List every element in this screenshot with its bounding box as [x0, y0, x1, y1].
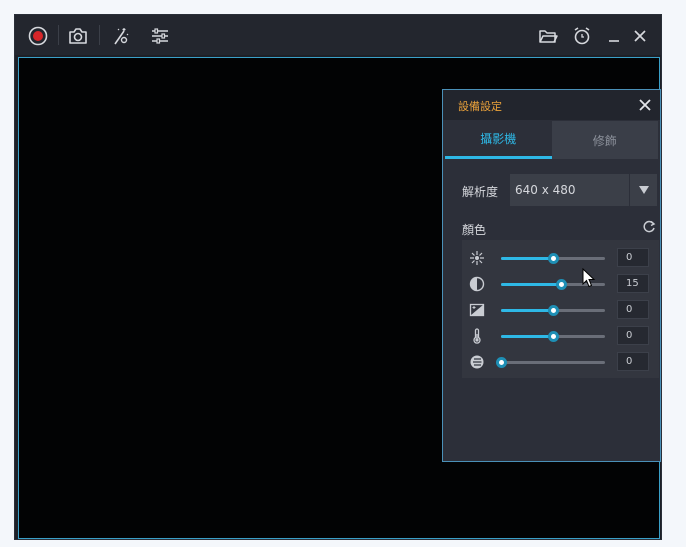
- adjust-row-exposure: 0: [462, 297, 659, 323]
- refresh-icon: [643, 220, 656, 233]
- close-icon: [639, 99, 651, 111]
- mouse-cursor-icon: [582, 268, 596, 288]
- device-settings-button[interactable]: [149, 25, 171, 47]
- adjust-row-saturation: 0: [462, 349, 659, 375]
- contrast-icon: [469, 276, 485, 292]
- effects-button[interactable]: [110, 25, 132, 47]
- toolbar-separator: [58, 25, 59, 45]
- folder-icon: [539, 30, 558, 43]
- saturation-icon: [470, 355, 484, 369]
- reset-color-button[interactable]: [642, 219, 658, 235]
- resolution-label: 解析度: [462, 185, 499, 199]
- minimize-button[interactable]: [603, 25, 625, 47]
- device-settings-panel: 設備設定 攝影機 修飾 解析度 640 x 480 顏色 0 15 0 0 0: [442, 89, 661, 462]
- dropdown-arrow[interactable]: [629, 174, 657, 206]
- tab-retouch[interactable]: 修飾: [551, 121, 658, 159]
- brightness-icon: [470, 251, 484, 265]
- temperature-value[interactable]: 0: [617, 326, 649, 345]
- toolbar: [15, 15, 661, 55]
- panel-tabs: 攝影機 修飾: [445, 121, 658, 159]
- timer-button[interactable]: [571, 25, 593, 47]
- slider-fill: [501, 335, 553, 338]
- effects-icon: [114, 28, 129, 45]
- contrast-value[interactable]: 15: [617, 274, 649, 293]
- alarm-icon: [574, 27, 590, 45]
- minimize-icon: [609, 40, 619, 42]
- exposure-icon: [469, 303, 485, 317]
- panel-title: 設備設定: [458, 100, 502, 113]
- slider-fill: [501, 309, 553, 312]
- thermometer-icon: [473, 328, 481, 344]
- close-window-button[interactable]: [629, 25, 651, 47]
- adjust-row-contrast: 15: [462, 271, 659, 297]
- close-icon: [634, 30, 646, 42]
- color-label: 顏色: [462, 223, 487, 237]
- slider-fill: [501, 283, 561, 286]
- triangle-down-icon: [638, 186, 649, 194]
- tab-camera[interactable]: 攝影機: [445, 121, 552, 159]
- record-icon: [28, 26, 48, 46]
- camera-icon: [69, 28, 87, 44]
- slider-fill: [501, 257, 553, 260]
- panel-close-button[interactable]: [636, 96, 654, 114]
- saturation-value[interactable]: 0: [617, 352, 649, 371]
- slider-thumb[interactable]: [548, 305, 559, 316]
- exposure-slider[interactable]: [501, 305, 605, 316]
- slider-thumb[interactable]: [555, 279, 567, 290]
- record-button[interactable]: [27, 25, 49, 47]
- adjust-row-temperature: 0: [462, 323, 659, 349]
- snapshot-button[interactable]: [67, 25, 89, 47]
- slider-thumb[interactable]: [548, 331, 559, 342]
- brightness-slider[interactable]: [501, 253, 605, 264]
- temperature-slider[interactable]: [501, 331, 605, 342]
- resolution-value: 640 x 480: [515, 183, 576, 197]
- toolbar-separator: [99, 25, 100, 45]
- panel-header: 設備設定: [443, 90, 660, 120]
- resolution-dropdown[interactable]: 640 x 480: [510, 174, 657, 206]
- open-folder-button[interactable]: [537, 25, 559, 47]
- brightness-value[interactable]: 0: [617, 248, 649, 267]
- color-adjustments: 0 15 0 0 0: [462, 240, 659, 378]
- adjust-row-brightness: 0: [462, 245, 659, 271]
- slider-thumb[interactable]: [496, 357, 507, 368]
- exposure-value[interactable]: 0: [617, 300, 649, 319]
- saturation-slider[interactable]: [496, 357, 605, 368]
- slider-thumb[interactable]: [548, 253, 559, 264]
- settings-sliders-icon: [152, 28, 168, 44]
